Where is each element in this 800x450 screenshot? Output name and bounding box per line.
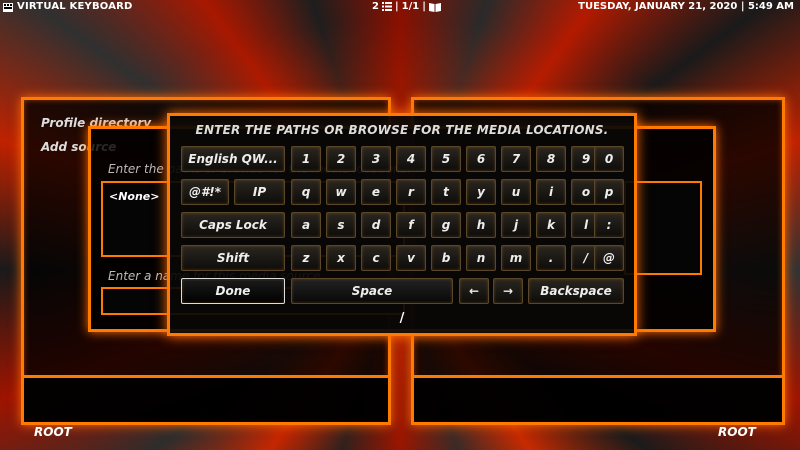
list-icon [381, 2, 392, 11]
shift-button[interactable]: Shift [181, 245, 285, 271]
page-count: 1/1 [401, 1, 420, 12]
key-period[interactable]: . [536, 245, 566, 271]
done-button[interactable]: Done [181, 278, 285, 304]
key-y[interactable]: y [466, 179, 496, 205]
backspace-button[interactable]: Backspace [528, 278, 624, 304]
key-h[interactable]: h [466, 212, 496, 238]
key-6[interactable]: 6 [466, 146, 496, 172]
key-4[interactable]: 4 [396, 146, 426, 172]
page-indicator: 2 | 1/1 | [372, 1, 441, 12]
key-t[interactable]: t [431, 179, 461, 205]
key-u[interactable]: u [501, 179, 531, 205]
key-j[interactable]: j [501, 212, 531, 238]
layout-button[interactable]: English QW... [181, 146, 285, 172]
left-panel-footer-strip [24, 375, 388, 422]
key-7[interactable]: 7 [501, 146, 531, 172]
key-i[interactable]: i [536, 179, 566, 205]
cursor-right-button[interactable]: → [493, 278, 523, 304]
key-e[interactable]: e [361, 179, 391, 205]
virtual-keyboard: ENTER THE PATHS OR BROWSE FOR THE MEDIA … [167, 113, 637, 336]
page-number: 2 [372, 1, 379, 12]
path-entry[interactable]: <None> [109, 190, 160, 203]
key-x[interactable]: x [326, 245, 356, 271]
key-r[interactable]: r [396, 179, 426, 205]
key-g[interactable]: g [431, 212, 461, 238]
key-w[interactable]: w [326, 179, 356, 205]
key-p[interactable]: p [594, 179, 624, 205]
key-k[interactable]: k [536, 212, 566, 238]
date-time: TUESDAY, JANUARY 21, 2020 | 5:49 AM [578, 1, 794, 12]
keyboard-input-text[interactable]: / [170, 311, 634, 326]
key-b[interactable]: b [431, 245, 461, 271]
top-bar: VIRTUAL KEYBOARD 2 | 1/1 | TUESDAY, JANU… [0, 0, 800, 16]
key-a[interactable]: a [291, 212, 321, 238]
key-3[interactable]: 3 [361, 146, 391, 172]
key-v[interactable]: v [396, 245, 426, 271]
app-logo-icon [3, 3, 13, 12]
right-panel-footer-strip [414, 375, 782, 422]
keyboard-heading: ENTER THE PATHS OR BROWSE FOR THE MEDIA … [195, 123, 609, 137]
symbols-button[interactable]: @#!* [181, 179, 229, 205]
left-footer-label: ROOT [34, 425, 72, 439]
key-n[interactable]: n [466, 245, 496, 271]
key-f[interactable]: f [396, 212, 426, 238]
ip-button[interactable]: IP [234, 179, 285, 205]
key-colon[interactable]: : [594, 212, 624, 238]
key-at[interactable]: @ [594, 245, 624, 271]
key-m[interactable]: m [501, 245, 531, 271]
key-s[interactable]: s [326, 212, 356, 238]
key-2[interactable]: 2 [326, 146, 356, 172]
key-1[interactable]: 1 [291, 146, 321, 172]
key-8[interactable]: 8 [536, 146, 566, 172]
key-c[interactable]: c [361, 245, 391, 271]
key-d[interactable]: d [361, 212, 391, 238]
window-title: VIRTUAL KEYBOARD [17, 1, 133, 12]
key-5[interactable]: 5 [431, 146, 461, 172]
key-0[interactable]: 0 [594, 146, 624, 172]
caps-lock-button[interactable]: Caps Lock [181, 212, 285, 238]
right-footer-label: ROOT [718, 425, 756, 439]
key-z[interactable]: z [291, 245, 321, 271]
book-icon [428, 2, 441, 12]
key-q[interactable]: q [291, 179, 321, 205]
space-button[interactable]: Space [291, 278, 453, 304]
cursor-left-button[interactable]: ← [459, 278, 489, 304]
